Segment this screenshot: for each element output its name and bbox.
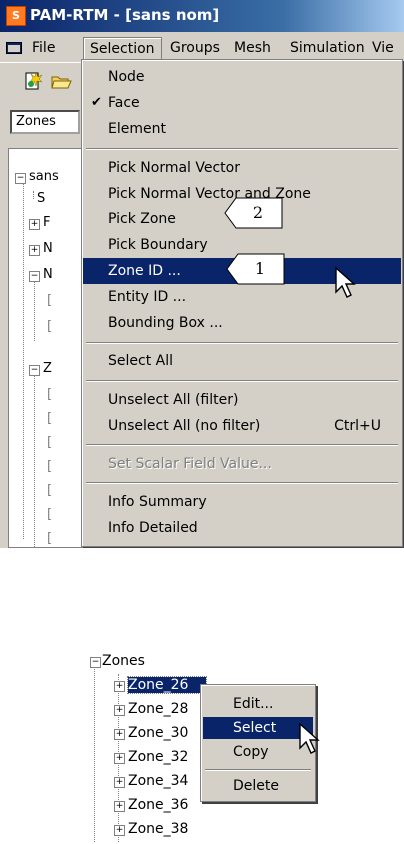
menu-item-select-all[interactable]: Select All <box>83 348 401 374</box>
window-title: PAM-RTM - [sans nom] <box>30 6 220 24</box>
expand-icon[interactable]: + <box>114 681 125 692</box>
menu-file[interactable]: File <box>26 37 61 59</box>
tree-node-zones[interactable]: Zones <box>102 653 145 669</box>
menu-item-unselect-all-no-filter[interactable]: Unselect All (no filter) Ctrl+U <box>83 413 401 439</box>
zones-combo[interactable]: Zones <box>10 110 80 134</box>
tree-node-zone-28[interactable]: Zone_28 <box>128 701 198 717</box>
menu-item-info-summary[interactable]: Info Summary <box>83 489 401 515</box>
tree-node-zones[interactable]: Z <box>43 361 52 376</box>
app-logo-icon: S <box>6 6 26 26</box>
pam-rtm-window: S PAM-RTM - [sans nom] File Selection Gr… <box>0 0 404 548</box>
tree-leaf-icon: [ <box>47 411 53 426</box>
ctx-item-edit[interactable]: Edit... <box>203 693 313 715</box>
tree-leaf-icon: [ <box>47 293 53 308</box>
menu-separator <box>86 148 398 150</box>
tree-leaf-icon: [ <box>47 435 53 450</box>
mouse-cursor-icon <box>299 722 320 754</box>
expand-icon[interactable]: + <box>29 219 40 230</box>
menu-item-element[interactable]: Element <box>83 116 401 142</box>
menu-item-node[interactable]: Node <box>83 64 401 90</box>
window-menu-icon[interactable] <box>6 42 22 54</box>
menu-item-pick-normal-vector[interactable]: Pick Normal Vector <box>83 155 401 181</box>
menu-item-unselect-all-filter[interactable]: Unselect All (filter) <box>83 387 401 413</box>
menu-separator <box>86 342 398 344</box>
menu-separator <box>86 444 398 446</box>
menu-simulation[interactable]: Simulation <box>284 37 371 59</box>
tree-leaf-icon: [ <box>47 483 53 498</box>
callout-1-label: 1 <box>254 259 266 278</box>
menu-item-bounding-box[interactable]: Bounding Box ... <box>83 310 401 336</box>
expand-icon[interactable]: + <box>114 825 125 836</box>
expand-icon[interactable]: + <box>114 705 125 716</box>
tree-node-zone-36[interactable]: Zone_36 <box>128 797 198 813</box>
menu-separator <box>86 482 398 484</box>
checkmark-icon: ✔ <box>91 95 102 110</box>
menu-item-info-detailed[interactable]: Info Detailed <box>83 515 401 541</box>
menu-groups[interactable]: Groups <box>164 37 226 59</box>
menu-item-set-scalar-field: Set Scalar Field Value... <box>108 456 272 472</box>
title-bar[interactable]: S PAM-RTM - [sans nom] <box>0 0 404 32</box>
menu-bar: File Selection Groups Mesh Simulation Vi… <box>0 34 404 60</box>
menu-selection[interactable]: Selection <box>83 37 162 60</box>
expand-icon[interactable]: + <box>114 801 125 812</box>
tree-root[interactable]: sans <box>29 169 59 184</box>
menu-view[interactable]: Vie <box>366 37 400 59</box>
menu-separator <box>205 769 311 771</box>
expand-icon[interactable]: + <box>114 753 125 764</box>
shortcut-label: Ctrl+U <box>334 418 381 434</box>
menu-mesh[interactable]: Mesh <box>228 37 277 59</box>
callout-2-label: 2 <box>252 203 264 222</box>
tree-leaf-icon: [ <box>47 387 53 402</box>
tree-node-f[interactable]: F <box>43 215 50 230</box>
expand-icon[interactable]: + <box>29 245 40 256</box>
tree-node-m[interactable]: N <box>43 267 53 282</box>
tree-leaf-icon: [ <box>47 459 53 474</box>
menu-item-label: Unselect All (no filter) <box>108 418 261 434</box>
tree-node-zone-34[interactable]: Zone_34 <box>128 773 198 789</box>
toolbar <box>0 62 84 101</box>
tree-leaf-icon: [ <box>47 319 53 334</box>
tree-node-zone-38[interactable]: Zone_38 <box>128 821 188 837</box>
menu-separator <box>86 380 398 382</box>
menu-item-label: Face <box>108 95 140 111</box>
collapse-icon[interactable]: − <box>90 657 101 668</box>
expand-icon[interactable]: + <box>114 777 125 788</box>
ctx-item-copy[interactable]: Copy <box>203 741 313 763</box>
ctx-item-delete[interactable]: Delete <box>203 775 313 797</box>
tree-leaf-icon: [ <box>47 531 53 546</box>
collapse-icon[interactable]: − <box>15 173 26 184</box>
new-icon[interactable] <box>22 71 44 93</box>
mouse-cursor-icon <box>335 266 356 298</box>
tree-node-n[interactable]: N <box>43 241 53 256</box>
tree-node-zone-32[interactable]: Zone_32 <box>128 749 198 765</box>
model-tree: − sans S + F + N − N [ [ − Z [ [ [ [ [ [… <box>8 148 84 548</box>
ctx-item-select[interactable]: Select <box>203 717 313 739</box>
tree-leaf-icon: [ <box>47 507 53 522</box>
tree-node-zone-26[interactable]: Zone_26 <box>127 676 207 694</box>
open-folder-icon[interactable] <box>50 71 72 93</box>
menu-item-face[interactable]: ✔ Face <box>83 90 401 116</box>
expand-icon[interactable]: + <box>114 729 125 740</box>
tree-node-s[interactable]: S <box>37 191 45 206</box>
selection-menu: Node ✔ Face Element Pick Normal Vector P… <box>81 59 403 547</box>
tree-node-zone-30[interactable]: Zone_30 <box>128 725 198 741</box>
